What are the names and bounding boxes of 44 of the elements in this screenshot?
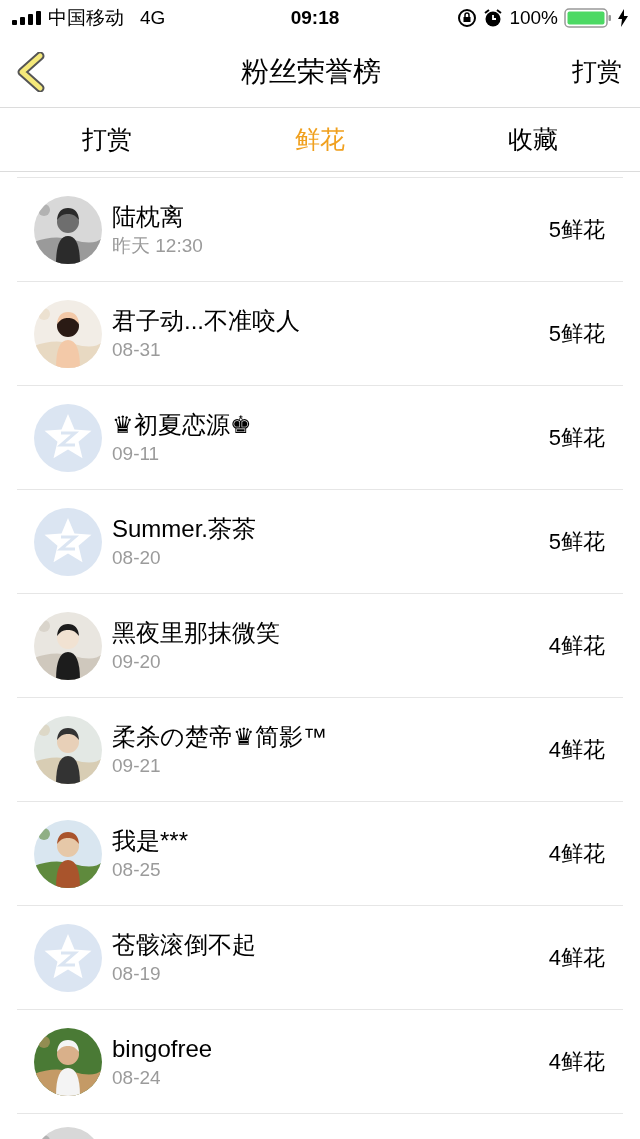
fan-name: 我是*** [112,825,190,856]
flower-count: 4鲜花 [548,840,605,868]
fan-date: 08-25 [112,857,162,882]
fan-date: 08-24 [112,1065,162,1090]
fan-date: 08-31 [112,337,162,362]
fan-date: 08-20 [112,545,162,570]
flower-count: 5鲜花 [548,528,605,556]
battery-percent: 100% [509,5,558,30]
back-chevron-icon [16,51,46,92]
battery-icon [564,8,612,28]
alarm-icon [483,8,504,28]
carrier-name: 中国移动 [48,5,124,30]
fan-date: 09-20 [112,649,162,674]
fan-name: 黑夜里那抹微笑 [112,617,281,648]
fan-name: 陆枕离 [112,201,185,232]
status-time: 09:18 [290,6,340,28]
fan-date: 昨天 12:30 [112,233,204,258]
fan-name: 苍骸滚倒不起 [112,929,257,960]
fan-name: ♛初夏恋源♚ [112,409,253,440]
flower-count: 5鲜花 [548,320,605,348]
page-title: 粉丝荣誉榜 [241,55,381,87]
fan-date: 09-11 [112,441,161,466]
fan-date: 08-19 [112,961,162,986]
flower-count: 4鲜花 [548,1048,605,1076]
fan-name: bingofree [112,1033,214,1064]
tab[interactable]: 打赏 [81,120,132,159]
tab[interactable]: 收藏 [508,120,559,159]
default-avatar-icon [34,507,102,576]
default-avatar-icon [34,403,102,472]
flower-count: 5鲜花 [548,216,605,244]
flower-count: 4鲜花 [548,944,605,972]
fan-date: 09-21 [112,753,162,778]
charging-icon [618,9,628,27]
default-avatar-icon [34,923,102,992]
flower-count: 4鲜花 [548,632,605,660]
flower-count: 5鲜花 [548,424,605,452]
signal-icon [12,11,42,25]
fan-name: 柔杀の楚帝♛简影™ [112,721,328,752]
fan-name: 君子动...不准咬人 [112,305,301,336]
flower-count: 4鲜花 [548,736,605,764]
rotation-lock-icon [457,8,478,28]
fan-name: Summer.茶茶 [112,513,258,544]
reward-button[interactable]: 打赏 [572,52,624,91]
network-type: 4G [140,5,166,30]
